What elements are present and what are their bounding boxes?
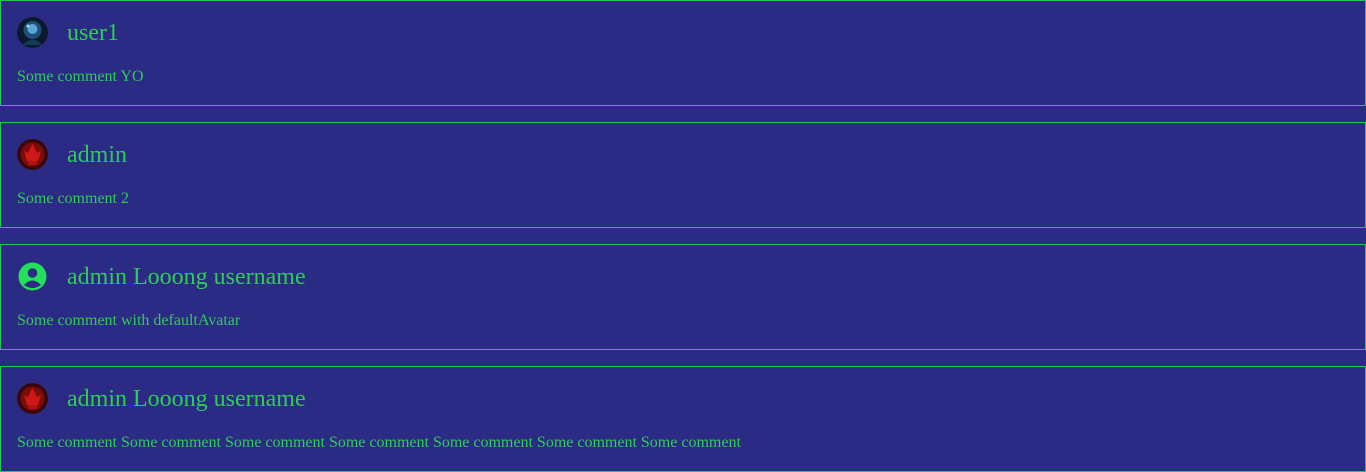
comment-text: Some comment with defaultAvatar bbox=[17, 312, 241, 329]
user-avatar bbox=[17, 17, 48, 48]
comment-text: Some comment Some comment Some comment S… bbox=[17, 434, 741, 451]
comment-list: user1 Some comment YO admin Some comment… bbox=[0, 0, 1366, 472]
comment-username: user1 bbox=[67, 20, 119, 46]
comment-username: admin bbox=[67, 142, 127, 168]
comment-username: admin Looong username bbox=[67, 264, 306, 290]
admin-avatar bbox=[17, 383, 48, 414]
comment-text: Some comment YO bbox=[17, 68, 144, 85]
default-avatar-icon bbox=[17, 261, 48, 292]
comment-username: admin Looong username bbox=[67, 386, 306, 412]
comment-card: admin Looong username Some comment Some … bbox=[0, 366, 1366, 472]
comment-text: Some comment 2 bbox=[17, 190, 129, 207]
admin-avatar bbox=[17, 139, 48, 170]
comment-card: admin Looong username Some comment with … bbox=[0, 244, 1366, 350]
comment-card: user1 Some comment YO bbox=[0, 0, 1366, 106]
comment-card: admin Some comment 2 bbox=[0, 122, 1366, 228]
